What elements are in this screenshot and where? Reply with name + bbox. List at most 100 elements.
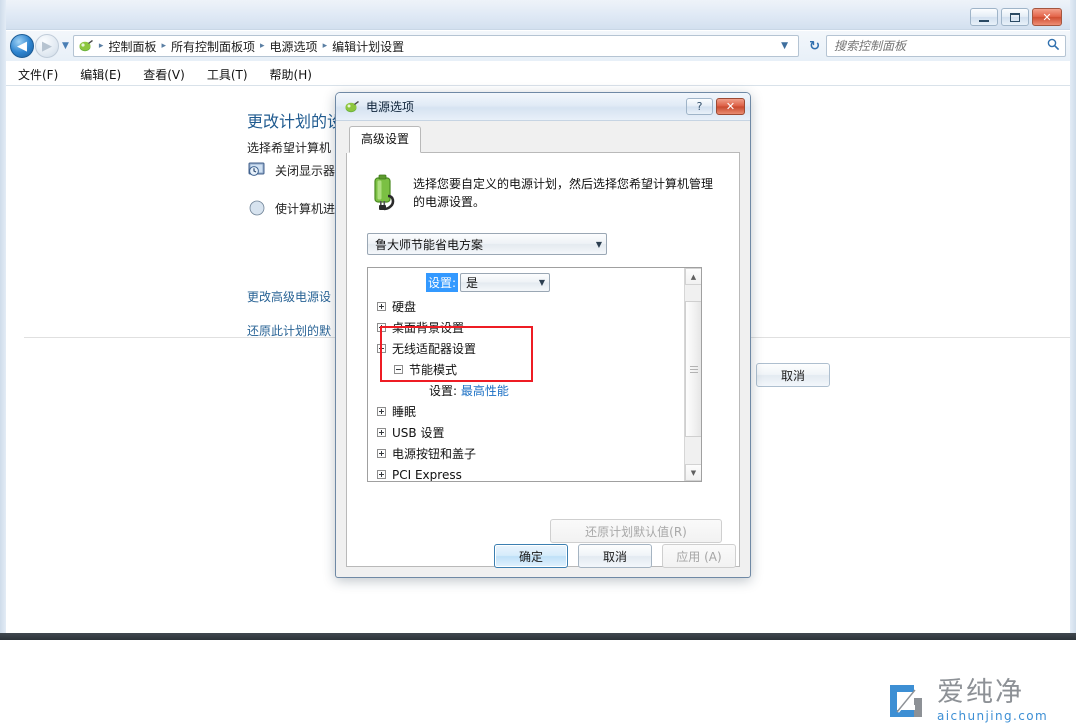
dialog-footer: 确定 取消 应用 (A) bbox=[336, 535, 752, 577]
window-titlebar bbox=[0, 0, 1076, 30]
setting-row-sleep: 使计算机进 bbox=[247, 198, 335, 218]
link-change-advanced-power-settings[interactable]: 更改高级电源设 bbox=[247, 288, 331, 305]
menu-item-help[interactable]: 帮助(H) bbox=[270, 66, 312, 83]
scroll-up-button[interactable]: ▲ bbox=[685, 268, 701, 285]
expand-plus-icon[interactable] bbox=[377, 470, 386, 479]
search-box[interactable] bbox=[826, 35, 1066, 57]
setting-label-sleep: 使计算机进 bbox=[275, 201, 336, 216]
tree-item-label: 桌面背景设置 bbox=[392, 321, 465, 335]
search-input[interactable] bbox=[832, 38, 1047, 54]
forward-arrow-icon: ▶ bbox=[42, 38, 52, 54]
watermark-subtitle: aichunjing.com bbox=[937, 709, 1049, 723]
dialog-close-button[interactable]: ✕ bbox=[716, 98, 745, 115]
back-arrow-icon: ◀ bbox=[17, 38, 27, 54]
tree-item-label: 睡眠 bbox=[392, 405, 417, 419]
menu-item-tools[interactable]: 工具(T) bbox=[207, 66, 248, 83]
tree-item-label: USB 设置 bbox=[392, 426, 445, 440]
breadcrumb-separator: ▸ bbox=[322, 41, 328, 51]
expand-plus-icon[interactable] bbox=[377, 428, 386, 437]
close-icon: ✕ bbox=[1042, 10, 1052, 24]
expand-plus-icon[interactable] bbox=[377, 407, 386, 416]
refresh-button[interactable]: ↻ bbox=[803, 39, 826, 54]
ok-button[interactable]: 确定 bbox=[494, 544, 568, 568]
address-bar: ◀ ▶ ▼ ▸ 控制面板 ▸ 所有控制面板项 ▸ 电源选项 ▸ 编辑计划设置 ▼… bbox=[6, 31, 1070, 61]
collapse-minus-icon[interactable] bbox=[394, 365, 403, 374]
close-button[interactable]: ✕ bbox=[1032, 8, 1062, 26]
breadcrumb-separator: ▸ bbox=[161, 41, 166, 51]
menu-bar: 文件(F) 编辑(E) 查看(V) 工具(T) 帮助(H) bbox=[6, 63, 1070, 86]
watermark: 爱纯净 aichunjing.com bbox=[884, 679, 1048, 723]
setting-header-combobox[interactable]: 是 ▼ bbox=[460, 273, 551, 292]
menu-item-edit[interactable]: 编辑(E) bbox=[80, 66, 121, 83]
scrollbar-thumb[interactable] bbox=[685, 301, 701, 437]
aichunjing-logo-icon bbox=[884, 679, 928, 723]
setting-value-link[interactable]: 最高性能 bbox=[461, 382, 509, 399]
power-plan-combobox[interactable]: 鲁大师节能省电方案 ▼ bbox=[367, 233, 607, 255]
breadcrumb-separator: ▸ bbox=[98, 41, 104, 51]
taskbar-strip bbox=[0, 633, 1076, 640]
history-dropdown-icon[interactable]: ▼ bbox=[62, 41, 69, 51]
caret-up-icon: ▲ bbox=[690, 272, 697, 281]
tree-item-desktop-background[interactable]: 桌面背景设置 bbox=[368, 317, 701, 338]
dialog-body: 高级设置 选择您要自定义的电源计划，然后选择您希望计算机管理 的电源设置。 鲁大… bbox=[336, 121, 750, 577]
power-plug-icon bbox=[344, 99, 360, 115]
tree-item-power-buttons-and-lid[interactable]: 电源按钮和盖子 bbox=[368, 443, 701, 464]
intro-line-1: 选择您要自定义的电源计划，然后选择您希望计算机管理 bbox=[413, 177, 714, 191]
setting-label-display-off: 关闭显示器 bbox=[275, 163, 336, 178]
back-button[interactable]: ◀ bbox=[10, 34, 34, 58]
breadcrumb-item-3[interactable]: 编辑计划设置 bbox=[329, 37, 407, 56]
tab-advanced-settings[interactable]: 高级设置 bbox=[349, 126, 422, 153]
tree-item-label: PCI Express bbox=[392, 467, 462, 482]
page-cancel-button[interactable]: 取消 bbox=[756, 363, 830, 387]
cancel-button[interactable]: 取消 bbox=[578, 544, 652, 568]
advanced-settings-tree[interactable]: 设置: 是 ▼ 硬盘 桌面背景设置 无线适配器设置 节能模式 设置: 最高性能 … bbox=[367, 267, 702, 482]
breadcrumb[interactable]: ▸ 控制面板 ▸ 所有控制面板项 ▸ 电源选项 ▸ 编辑计划设置 ▼ bbox=[72, 35, 800, 57]
tree-item-sleep[interactable]: 睡眠 bbox=[368, 401, 701, 422]
expand-plus-icon[interactable] bbox=[377, 449, 386, 458]
dialog-title: 电源选项 bbox=[366, 100, 415, 114]
breadcrumb-separator: ▸ bbox=[260, 41, 265, 51]
dialog-help-button[interactable]: ? bbox=[686, 98, 713, 115]
intro-text: 选择您要自定义的电源计划，然后选择您希望计算机管理 的电源设置。 bbox=[413, 173, 713, 211]
menu-item-file[interactable]: 文件(F) bbox=[18, 66, 58, 83]
caret-down-icon: ▼ bbox=[690, 468, 697, 477]
question-mark-icon: ? bbox=[696, 100, 703, 113]
collapse-minus-icon[interactable] bbox=[377, 344, 386, 353]
maximize-icon bbox=[1010, 12, 1020, 22]
setting-value-label: 设置: bbox=[429, 384, 458, 398]
tree-item-usb-settings[interactable]: USB 设置 bbox=[368, 422, 701, 443]
apply-button[interactable]: 应用 (A) bbox=[662, 544, 736, 568]
close-icon: ✕ bbox=[725, 100, 736, 113]
tree-item-power-saving-mode[interactable]: 节能模式 bbox=[368, 359, 701, 380]
tree-item-setting-value-row[interactable]: 设置: 最高性能 bbox=[368, 380, 701, 401]
menu-item-view[interactable]: 查看(V) bbox=[143, 66, 185, 83]
maximize-button[interactable] bbox=[1001, 8, 1029, 26]
expand-plus-icon[interactable] bbox=[377, 323, 386, 332]
sleep-moon-icon bbox=[247, 198, 267, 218]
control-panel-icon bbox=[78, 38, 94, 54]
breadcrumb-item-2[interactable]: 电源选项 bbox=[267, 37, 321, 56]
forward-button[interactable]: ▶ bbox=[35, 34, 59, 58]
breadcrumb-item-1[interactable]: 所有控制面板项 bbox=[168, 37, 258, 56]
dialog-titlebar[interactable]: 电源选项 ? ✕ bbox=[336, 93, 750, 121]
minimize-button[interactable] bbox=[970, 8, 998, 26]
setting-header-value: 是 bbox=[466, 276, 479, 290]
scrollbar-grip-icon bbox=[689, 364, 698, 375]
battery-plug-icon bbox=[367, 173, 403, 211]
window-frame-right bbox=[1070, 0, 1076, 640]
search-icon[interactable] bbox=[1047, 38, 1060, 55]
minimize-icon bbox=[979, 19, 989, 22]
tree-item-wireless-adapter-settings[interactable]: 无线适配器设置 bbox=[368, 338, 701, 359]
breadcrumb-item-0[interactable]: 控制面板 bbox=[105, 37, 159, 56]
setting-header-row: 设置: 是 ▼ bbox=[368, 268, 701, 296]
tree-item-hard-disk[interactable]: 硬盘 bbox=[368, 296, 701, 317]
tree-scrollbar[interactable]: ▲ ▼ bbox=[684, 268, 701, 481]
chevron-down-icon[interactable]: ▼ bbox=[775, 41, 794, 51]
tree-item-pci-express[interactable]: PCI Express bbox=[368, 464, 701, 482]
expand-plus-icon[interactable] bbox=[377, 302, 386, 311]
setting-header-label: 设置: bbox=[426, 273, 459, 292]
watermark-title: 爱纯净 bbox=[937, 677, 1024, 708]
chevron-down-icon: ▼ bbox=[538, 278, 546, 287]
tree-item-label: 节能模式 bbox=[409, 363, 458, 377]
scroll-down-button[interactable]: ▼ bbox=[685, 464, 701, 481]
